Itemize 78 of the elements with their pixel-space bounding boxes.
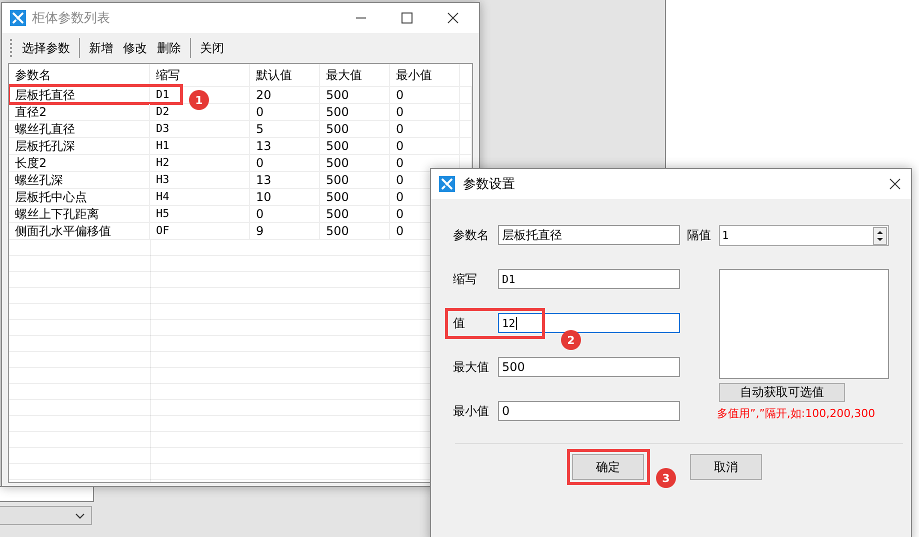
window-title: 柜体参数列表 [32,10,110,27]
table-cell: 5 [250,121,320,137]
step-badge: 3 [656,468,676,488]
text-field[interactable]: 层板托直径 [498,225,680,245]
table-cell: 10 [250,189,320,205]
close-icon[interactable] [447,12,459,24]
table-cell: H5 [150,206,250,222]
table-cell: 500 [320,87,390,103]
table-cell: D2 [150,104,250,120]
table-cell: 500 [320,172,390,188]
column-header[interactable]: 缩写 [150,64,250,86]
table-cell: 9 [250,223,320,239]
text-field[interactable]: D1 [498,269,680,289]
text-field[interactable]: 500 [498,357,680,377]
table-cell: 500 [320,206,390,222]
table-cell: 0 [390,138,460,154]
column-header[interactable]: 最小值 [390,64,460,86]
column-header[interactable]: 默认值 [250,64,320,86]
hint-text: 多值用”,”隔开,如:100,200,300 [717,406,876,421]
toolbar-button[interactable]: 删除 [153,38,185,58]
step-badge: 2 [561,330,581,350]
field-label: 值 [453,314,466,332]
table-cell: 0 [390,121,460,137]
table-cell: 500 [320,189,390,205]
toolbar-grip-icon [10,39,14,57]
close-icon[interactable] [889,178,901,190]
spin-field[interactable]: 1 [719,225,889,246]
text-field[interactable]: 12 [498,313,680,333]
auto-fetch-button[interactable]: 自动获取可选值 [719,383,845,402]
table-cell: 层板托直径 [9,87,150,103]
toolbar-button[interactable]: 新增 [85,38,117,58]
table-cell: H1 [150,138,250,154]
table-cell: 500 [320,104,390,120]
chevron-down-icon [75,512,85,518]
dialog-button[interactable]: 取消 [690,454,762,480]
table-cell: 直径2 [9,104,150,120]
table-cell: 500 [320,121,390,137]
step-badge: 1 [189,90,209,110]
table-cell: OF [150,223,250,239]
table-cell: 500 [320,155,390,171]
field-label: 最大值 [453,358,490,376]
dialog-title: 参数设置 [463,176,515,193]
toolbar-button[interactable]: 关闭 [196,38,228,58]
toolbar-button[interactable]: 修改 [119,38,151,58]
app-icon [439,176,455,192]
table-cell: 长度2 [9,155,150,171]
table-cell: 0 [250,155,320,171]
column-header[interactable]: 参数名 [9,64,150,86]
table-cell: 500 [320,138,390,154]
table-cell: 螺丝上下孔距离 [9,206,150,222]
table-cell: 0 [390,87,460,103]
app-icon [10,10,26,26]
spinner-arrows-icon[interactable] [873,226,887,244]
table-cell: 0 [250,206,320,222]
table-cell: H2 [150,155,250,171]
table-cell: D3 [150,121,250,137]
table-cell: 螺丝孔直径 [9,121,150,137]
field-label: 最小值 [453,402,490,420]
table-cell: 侧面孔水平偏移值 [9,223,150,239]
table-cell: 螺丝孔深 [9,172,150,188]
table-cell: 0 [250,104,320,120]
field-label: 隔值 [687,226,712,244]
table-cell: 层板托中心点 [9,189,150,205]
table-cell: H4 [150,189,250,205]
table-cell: 13 [250,138,320,154]
table-cell: 13 [250,172,320,188]
field-label: 缩写 [453,270,478,288]
table-cell: H3 [150,172,250,188]
options-listbox[interactable] [719,269,889,379]
toolbar-button[interactable]: 选择参数 [18,38,74,58]
text-field[interactable]: 0 [498,401,680,421]
maximize-icon[interactable] [401,12,413,24]
table-cell: 0 [390,104,460,120]
dialog-button[interactable]: 确定 [572,454,644,480]
column-header[interactable]: 最大值 [320,64,390,86]
table-cell: 500 [320,223,390,239]
table-cell: 20 [250,87,320,103]
table-cell: 层板托孔深 [9,138,150,154]
